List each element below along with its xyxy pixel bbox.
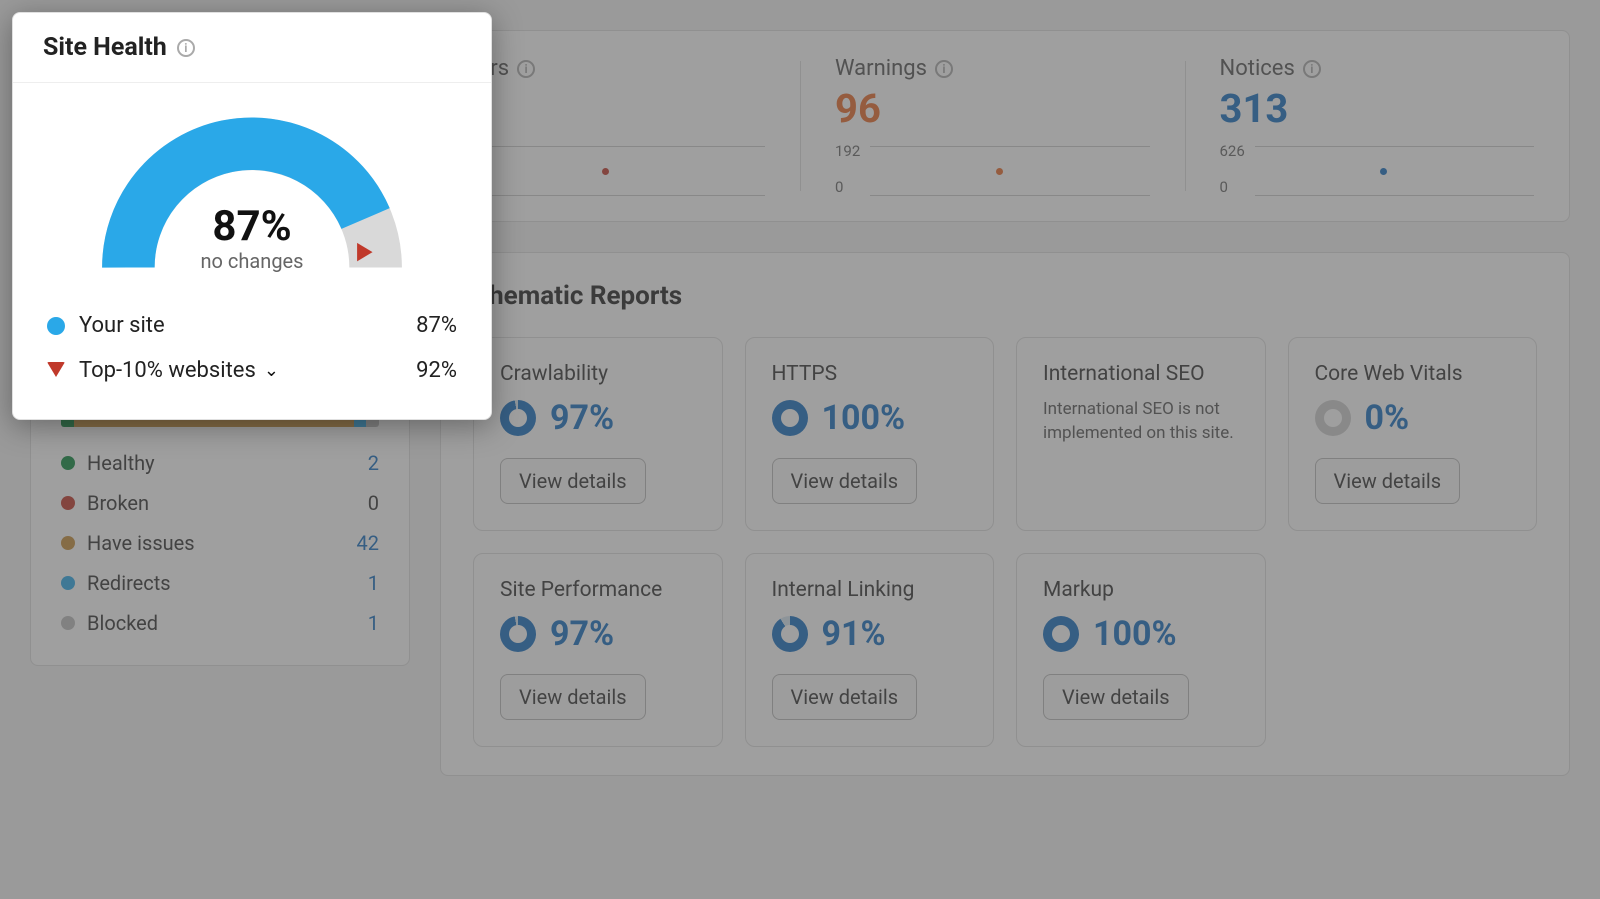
card-title: Site Performance: [500, 578, 696, 602]
thematic-card: HTTPS 100% View details: [745, 337, 995, 531]
legend-swatch: [61, 456, 75, 470]
legend-value: 87%: [416, 313, 457, 338]
legend-name: Your site: [79, 313, 416, 338]
legend-value: 0: [349, 491, 379, 515]
donut-icon: [500, 400, 536, 436]
site-health-title: Site Health: [43, 33, 167, 62]
legend-name: Top-10% websites ⌄: [79, 358, 416, 383]
card-title: Internal Linking: [772, 578, 968, 602]
legend-value[interactable]: 1: [349, 571, 379, 595]
thematic-card: Crawlability 97% View details: [473, 337, 723, 531]
crawled-legend-row[interactable]: Have issues42: [61, 531, 379, 555]
thematic-title: Thematic Reports: [473, 281, 1537, 311]
view-details-button[interactable]: View details: [772, 458, 918, 504]
errors-sparkline: 4 0: [451, 142, 766, 196]
legend-swatch: [61, 616, 75, 630]
donut-icon: [772, 400, 808, 436]
legend-label: Have issues: [87, 531, 349, 555]
info-icon[interactable]: i: [1303, 60, 1321, 78]
thematic-card: Site Performance 97% View details: [473, 553, 723, 747]
card-title: International SEO: [1043, 362, 1239, 386]
info-icon[interactable]: i: [935, 60, 953, 78]
donut-icon: [772, 616, 808, 652]
card-percent: 0%: [1365, 398, 1410, 438]
crawled-legend-row[interactable]: Blocked1: [61, 611, 379, 635]
card-percent: 100%: [822, 398, 906, 438]
notices-sparkline: 626 0: [1220, 142, 1535, 196]
legend-label: Blocked: [87, 611, 349, 635]
errors-value: 2: [451, 85, 766, 132]
notices-value: 313: [1220, 85, 1535, 132]
legend-label: Top-10% websites: [79, 358, 256, 383]
thematic-reports-panel: Thematic Reports Crawlability 97% View det…: [440, 252, 1570, 776]
gauge-sub: no changes: [92, 249, 412, 273]
site-health-legend: Your site 87% Top-10% websites ⌄ 92%: [13, 293, 491, 393]
card-title: HTTPS: [772, 362, 968, 386]
view-details-button[interactable]: View details: [1043, 674, 1189, 720]
notices-tick-hi: 626: [1220, 142, 1245, 160]
card-percent: 97%: [550, 398, 614, 438]
legend-swatch: [61, 496, 75, 510]
card-title: Crawlability: [500, 362, 696, 386]
card-description: International SEO is not implemented on …: [1043, 398, 1239, 446]
card-percent: 91%: [822, 614, 886, 654]
warnings-tick-lo: 0: [835, 178, 860, 196]
thematic-card: Core Web Vitals 0% View details: [1288, 337, 1538, 531]
notices-label: Notices: [1220, 56, 1295, 81]
view-details-button[interactable]: View details: [500, 458, 646, 504]
crawled-legend-row[interactable]: Broken0: [61, 491, 379, 515]
site-health-legend-row[interactable]: Top-10% websites ⌄ 92%: [47, 348, 457, 393]
thematic-cards-grid: Crawlability 97% View details HTTPS 100% View…: [473, 337, 1537, 747]
chevron-down-icon[interactable]: ⌄: [264, 360, 279, 381]
legend-value[interactable]: 42: [349, 531, 379, 555]
circle-marker-icon: [47, 317, 65, 335]
warnings-dot: [996, 168, 1003, 175]
legend-value[interactable]: 1: [349, 611, 379, 635]
info-icon[interactable]: i: [517, 60, 535, 78]
warnings-sparkline: 192 0: [835, 142, 1150, 196]
legend-swatch: [61, 576, 75, 590]
view-details-button[interactable]: View details: [772, 674, 918, 720]
card-percent: 100%: [1093, 614, 1177, 654]
thematic-card: Internal Linking 91% View details: [745, 553, 995, 747]
legend-swatch: [61, 536, 75, 550]
notices-column[interactable]: Notices i 313 626 0: [1185, 31, 1570, 221]
legend-label: Healthy: [87, 451, 349, 475]
card-title: Markup: [1043, 578, 1239, 602]
card-title: Core Web Vitals: [1315, 362, 1511, 386]
donut-icon: [1043, 616, 1079, 652]
legend-label: Broken: [87, 491, 349, 515]
legend-label: Your site: [79, 313, 165, 338]
donut-icon: [1315, 400, 1351, 436]
warnings-label: Warnings: [835, 56, 927, 81]
notices-tick-lo: 0: [1220, 178, 1245, 196]
warnings-value: 96: [835, 85, 1150, 132]
warnings-column[interactable]: Warnings i 96 192 0: [800, 31, 1185, 221]
site-health-popover: Site Health i 87% no changes Your site 87…: [12, 12, 492, 420]
crawled-legend-row[interactable]: Redirects1: [61, 571, 379, 595]
crawled-legend-row[interactable]: Healthy2: [61, 451, 379, 475]
thematic-card: International SEO International SEO is no…: [1016, 337, 1266, 531]
warnings-tick-hi: 192: [835, 142, 860, 160]
site-health-legend-row: Your site 87%: [47, 303, 457, 348]
gauge-percent: 87%: [92, 202, 412, 251]
crawled-legend: Healthy2Broken0Have issues42Redirects1Bl…: [61, 451, 379, 635]
triangle-marker-icon: [47, 362, 65, 380]
site-health-header: Site Health i: [13, 13, 491, 83]
card-percent: 97%: [550, 614, 614, 654]
errors-dot: [602, 168, 609, 175]
view-details-button[interactable]: View details: [500, 674, 646, 720]
site-health-gauge: 87% no changes: [92, 113, 412, 283]
legend-label: Redirects: [87, 571, 349, 595]
notices-dot: [1380, 168, 1387, 175]
info-icon[interactable]: i: [177, 39, 195, 57]
donut-icon: [500, 616, 536, 652]
legend-value[interactable]: 2: [349, 451, 379, 475]
view-details-button[interactable]: View details: [1315, 458, 1461, 504]
thematic-card: Markup 100% View details: [1016, 553, 1266, 747]
legend-value: 92%: [416, 358, 457, 383]
